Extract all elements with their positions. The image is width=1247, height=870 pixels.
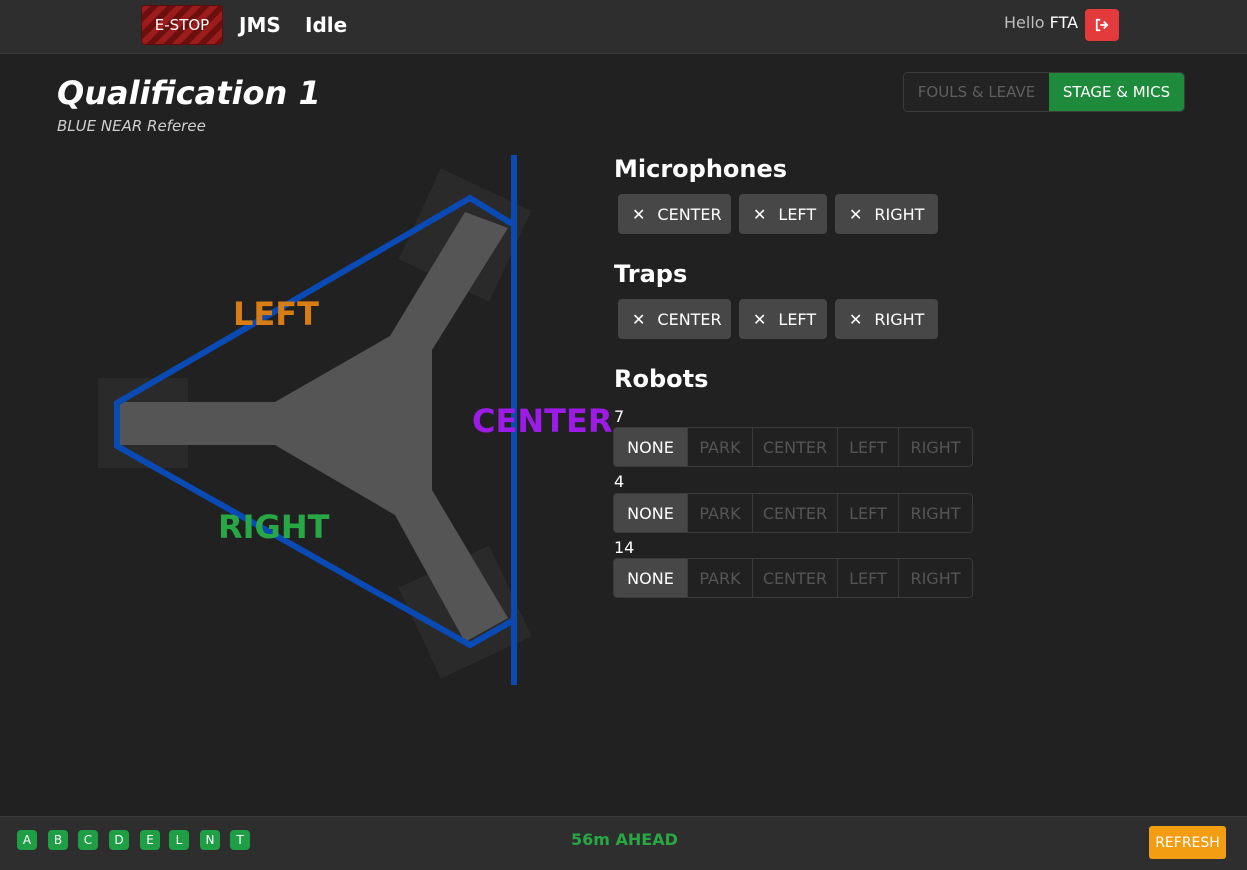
stage-shape: [120, 212, 508, 642]
option-right[interactable]: RIGHT: [899, 428, 972, 466]
option-center[interactable]: CENTER: [753, 559, 838, 597]
user-greeting: Hello FTA: [1004, 13, 1078, 32]
robots-heading: Robots: [614, 365, 709, 393]
option-park[interactable]: PARK: [688, 494, 753, 532]
mic-right-label: RIGHT: [874, 204, 925, 224]
microphones-heading: Microphones: [614, 155, 788, 183]
robot-7-endgame-selector: NONE PARK CENTER LEFT RIGHT: [613, 427, 973, 467]
top-navbar: E-STOP JMS Idle Hello FTA: [0, 0, 1247, 54]
close-icon: ✕: [849, 204, 863, 224]
trap-left-label: LEFT: [778, 309, 817, 329]
trap-right-label: RIGHT: [874, 309, 925, 329]
tab-stage-mics[interactable]: STAGE & MICS: [1049, 73, 1184, 111]
close-icon: ✕: [632, 204, 646, 224]
refresh-button[interactable]: REFRESH: [1149, 826, 1226, 859]
robot-14-endgame-selector: NONE PARK CENTER LEFT RIGHT: [613, 558, 973, 598]
match-title: Qualification 1: [57, 74, 321, 112]
left-label[interactable]: LEFT: [233, 295, 319, 333]
traps-heading: Traps: [614, 260, 688, 288]
trap-center-button[interactable]: ✕ CENTER: [618, 299, 731, 339]
robot-team-number: 7: [614, 407, 625, 426]
right-label[interactable]: RIGHT: [218, 508, 329, 546]
robot-team-number: 14: [614, 538, 635, 557]
mic-left-button[interactable]: ✕ LEFT: [739, 194, 827, 234]
trap-center-label: CENTER: [657, 309, 722, 329]
status-dot-l: L: [169, 830, 189, 850]
schedule-ahead-text: 56m AHEAD: [571, 830, 678, 849]
mic-center-label: CENTER: [657, 204, 722, 224]
mic-left-label: LEFT: [778, 204, 817, 224]
logout-button[interactable]: [1085, 9, 1119, 41]
close-icon: ✕: [753, 204, 767, 224]
close-icon: ✕: [753, 309, 767, 329]
status-footer: A B C D E L N T 56m AHEAD REFRESH: [0, 816, 1247, 870]
option-left[interactable]: LEFT: [838, 559, 899, 597]
option-park[interactable]: PARK: [688, 559, 753, 597]
tab-fouls-leave[interactable]: FOULS & LEAVE: [904, 73, 1049, 111]
status-dot-a: A: [17, 830, 37, 850]
trap-left-button[interactable]: ✕ LEFT: [739, 299, 827, 339]
center-label[interactable]: CENTER: [472, 402, 612, 440]
stage-diagram: LEFT RIGHT CENTER: [90, 150, 612, 695]
brand-link[interactable]: JMS: [239, 13, 281, 37]
robot-4-endgame-selector: NONE PARK CENTER LEFT RIGHT: [613, 493, 973, 533]
status-dot-n: N: [200, 830, 220, 850]
option-park[interactable]: PARK: [688, 428, 753, 466]
status-dot-b: B: [48, 830, 68, 850]
robot-team-number: 4: [614, 472, 625, 491]
greeting-prefix: Hello: [1004, 13, 1045, 32]
status-dot-t: T: [230, 830, 250, 850]
status-dot-e: E: [140, 830, 160, 850]
option-center[interactable]: CENTER: [753, 428, 838, 466]
referee-position: BLUE NEAR Referee: [57, 117, 206, 135]
mode-tabs: FOULS & LEAVE STAGE & MICS: [903, 72, 1185, 112]
option-left[interactable]: LEFT: [838, 494, 899, 532]
estop-button[interactable]: E-STOP: [141, 5, 223, 45]
username: FTA: [1049, 13, 1079, 32]
logout-icon: [1095, 18, 1109, 32]
close-icon: ✕: [632, 309, 646, 329]
option-center[interactable]: CENTER: [753, 494, 838, 532]
trap-right-button[interactable]: ✕ RIGHT: [835, 299, 938, 339]
option-right[interactable]: RIGHT: [899, 494, 972, 532]
mic-right-button[interactable]: ✕ RIGHT: [835, 194, 938, 234]
option-right[interactable]: RIGHT: [899, 559, 972, 597]
option-none[interactable]: NONE: [614, 494, 688, 532]
option-none[interactable]: NONE: [614, 428, 688, 466]
close-icon: ✕: [849, 309, 863, 329]
option-none[interactable]: NONE: [614, 559, 688, 597]
arena-status: Idle: [305, 13, 348, 37]
option-left[interactable]: LEFT: [838, 428, 899, 466]
status-dot-c: C: [78, 830, 98, 850]
status-dot-d: D: [109, 830, 129, 850]
mic-center-button[interactable]: ✕ CENTER: [618, 194, 731, 234]
